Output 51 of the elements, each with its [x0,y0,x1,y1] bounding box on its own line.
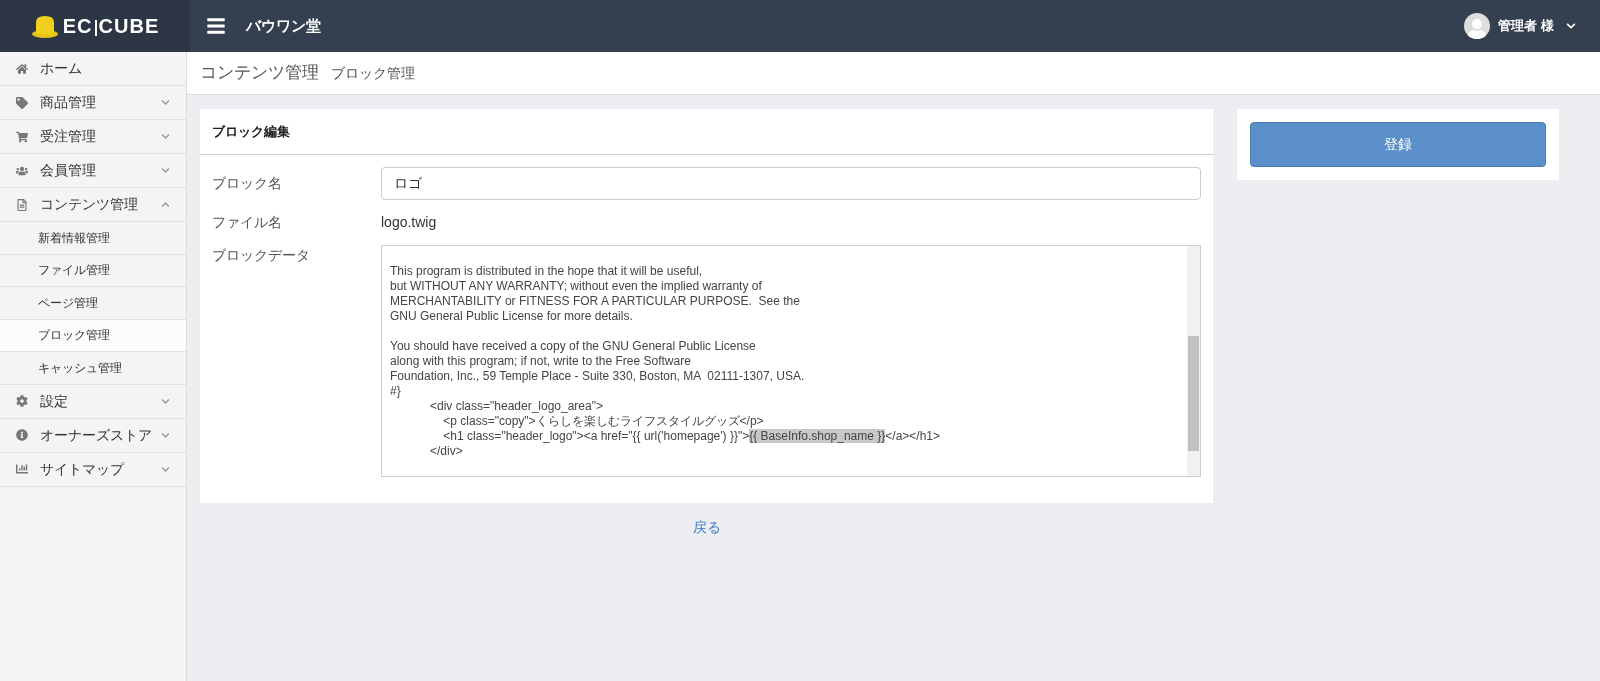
code-line-unused: This program is distributed in the hope that it will be useful, [390,264,704,279]
code-line-unused: MERCHANTABILITY or FITNESS FOR A PARTICULAR PURPOSE. See the [390,294,801,309]
scrollbar[interactable] [1187,246,1200,476]
sidebar-item[interactable]: 商品管理 [0,86,186,120]
chart-icon [16,463,28,475]
sidebar-item[interactable]: コンテンツ管理 [0,188,186,222]
breadcrumb-item: ブロック管理 [331,63,415,83]
block-name-input[interactable]: ロゴ [381,167,1201,200]
info-icon [16,429,28,441]
code-line-unused: <p class="copy">くらしを楽しむライフスタイルグッズ</p> [442,414,765,429]
sidebar-subitem[interactable]: 新着情報管理 [0,222,186,255]
code-line-unused: <h1 class="header_logo"><a href="{{ url('homepage') }}">{{ BaseInfo.shop_name }}</a></h1> [442,429,942,444]
card-title: ブロック編集 [200,109,1213,155]
document-icon [16,198,28,211]
sidebar-subitem[interactable]: ファイル管理 [0,254,186,287]
menu-icon[interactable] [206,16,226,36]
code-line-unused: Foundation, Inc., 59 Temple Place - Suite 330, Boston, MA 02111-1307, USA. [390,369,806,384]
logo-text: EC CUBE [62,14,160,39]
field-label: ブロック名 [212,174,283,193]
hat-icon [30,14,59,38]
shop-name: バウワン堂 [246,15,321,36]
sidebar-item[interactable]: ホーム [0,52,186,86]
code-line-unused: along with this program; if not, write to the Free Software [390,354,692,369]
sidebar-item[interactable]: 設定 [0,384,186,419]
settings-icon [16,395,28,407]
code-line-unused: but WITHOUT ANY WARRANTY; without even the implied warranty of [390,279,763,294]
sidebar-item[interactable]: 受注管理 [0,120,186,154]
code-line-unused: You should have received a copy of the GNU General Public License [390,339,757,354]
field-label: ファイル名 [212,213,283,232]
sidebar-item[interactable]: オーナーズストア [0,418,186,453]
breadcrumb-item: コンテンツ管理 [200,62,319,85]
tag-icon [16,96,28,109]
sidebar-subitem[interactable]: ブロック管理 [0,319,186,352]
sidebar-item[interactable]: サイトマップ [0,452,186,487]
field-label: ブロックデータ [212,246,311,265]
avatar-icon [1464,13,1491,39]
cart-icon [16,130,28,143]
sidebar-subitem[interactable]: キャッシュ管理 [0,352,186,385]
code-line-unused: </div> [429,444,464,459]
caret-icon [1566,21,1576,31]
users-icon [16,164,28,177]
code-line-unused: GNU General Public License for more details. [390,309,634,324]
code-line-unused: #} [390,384,402,399]
code-textarea[interactable] [381,245,1201,477]
home-icon [16,62,28,75]
code-line-unused: <div class="header_logo_area"> [429,399,604,414]
sidebar-subitem[interactable]: ページ管理 [0,287,186,320]
sidebar-item[interactable]: 会員管理 [0,154,186,188]
back-link[interactable]: 戻る [692,517,721,538]
file-name-value: logo.twig [381,213,437,232]
user-menu-button[interactable]: 管理者 様 [1498,16,1576,36]
